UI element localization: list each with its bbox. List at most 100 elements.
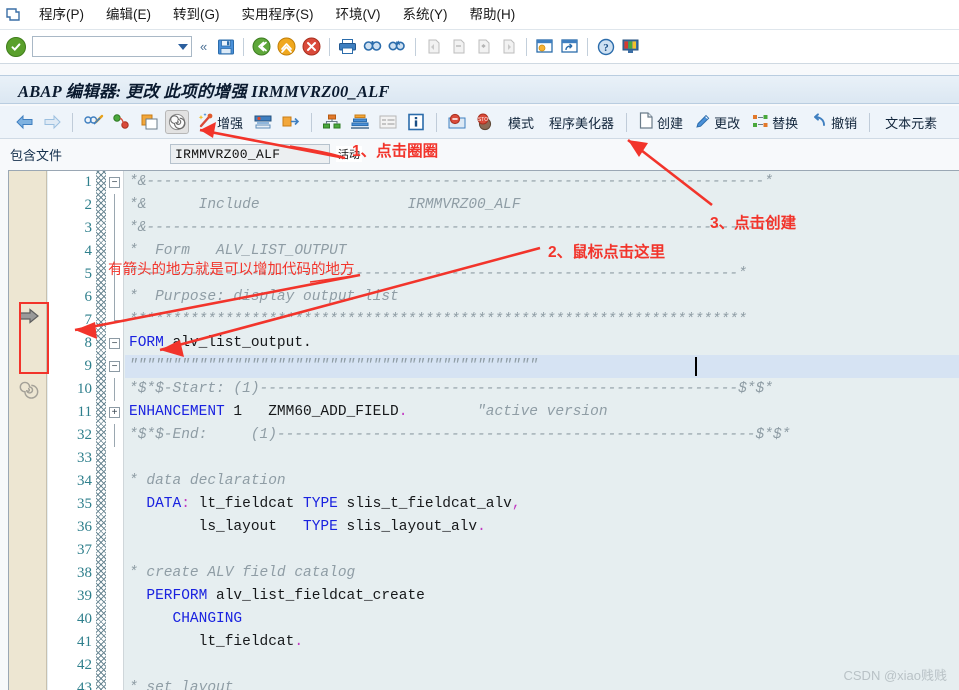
enhancement-spiral-icon[interactable] [165,110,189,134]
fold-expand-icon[interactable]: + [109,407,120,418]
page-title: ABAP 编辑器: 更改 此项的增强 IRMMVRZ00_ALF [18,81,390,101]
code-line[interactable]: ENHANCEMENT 1 ZMM60_ADD_FIELD. "active v… [125,401,959,424]
stack-icon[interactable] [348,110,372,134]
create-label: 创建 [657,115,684,131]
line-number: 8 [84,335,93,351]
cancel-icon[interactable] [300,35,323,58]
change-button[interactable]: 更改 [690,109,745,135]
fold-guide-line [114,217,115,240]
activate-icon[interactable] [137,110,161,134]
code-line[interactable]: *$*$-End: (1)---------------------------… [125,424,959,447]
code-line[interactable]: * create ALV field catalog [125,562,959,585]
display-change-icon[interactable] [81,110,105,134]
menu-system[interactable]: 系统(Y) [392,0,459,30]
code-line[interactable]: * set layout [125,677,959,690]
code-line[interactable]: DATA: lt_fieldcat TYPE slis_t_fieldcat_a… [125,493,959,516]
code-line[interactable]: *&--------------------------------------… [125,171,959,194]
code-line[interactable]: * Form ALV_LIST_OUTPUT [125,240,959,263]
code-line-text: *&--------------------------------------… [129,174,773,190]
toolbar-separator [869,112,871,132]
pretty-printer-button[interactable]: 程序美化器 [541,109,619,135]
editor-protected-hatch-column [96,171,106,690]
enter-check-icon[interactable] [6,36,26,57]
mode-button[interactable]: 模式 [500,109,539,135]
include-row: 包含文件 IRMMVRZ00_ALF 活动 [0,140,959,168]
code-line[interactable]: * Purpose: display output list [125,286,959,309]
code-line[interactable] [125,654,959,677]
code-line-text: * set layout [129,680,234,690]
code-line[interactable]: PERFORM alv_list_fieldcat_create [125,585,959,608]
code-line-text: * data declaration [129,473,286,489]
back-icon[interactable] [250,35,273,58]
svg-text:?: ? [603,42,609,54]
stop-debug-icon[interactable]: STO [473,110,497,134]
code-line[interactable]: """"""""""""""""""""""""""""""""""""""""… [125,355,959,378]
find-next-icon[interactable] [386,35,409,58]
double-chevron-left-icon[interactable]: « [200,39,207,54]
editor-marker-column[interactable] [9,171,47,690]
find-icon[interactable] [361,35,384,58]
code-line[interactable] [125,539,959,562]
menu-utilities[interactable]: 实用程序(S) [231,0,325,30]
fold-collapse-icon[interactable]: − [109,338,120,349]
menu-help[interactable]: 帮助(H) [459,0,527,30]
undo-button[interactable]: 撤销 [805,109,862,135]
change-label: 更改 [714,115,741,131]
code-line[interactable]: *&--------------------------------------… [125,217,959,240]
save-icon[interactable] [214,35,237,58]
code-line[interactable]: * data declaration [125,470,959,493]
command-field[interactable] [32,36,192,57]
fold-guide-line [114,378,115,401]
code-line[interactable]: CHANGING [125,608,959,631]
menu-edit[interactable]: 编辑(E) [95,0,162,30]
enhance-button-label: 增强 [217,115,244,131]
menu-goto[interactable]: 转到(G) [162,0,231,30]
menu-environment[interactable]: 环境(V) [325,0,392,30]
code-line[interactable]: *& Include IRMMVRZ00_ALF [125,194,959,217]
debug-icon[interactable] [445,110,469,134]
code-line[interactable]: *$*$-Start: (1)-------------------------… [125,378,959,401]
code-line[interactable]: ls_layout TYPE slis_layout_alv. [125,516,959,539]
code-line[interactable]: *---------------------------------------… [125,263,959,286]
check-syntax-icon[interactable] [109,110,133,134]
code-editor[interactable]: 1234567891011323334353637383940414243444… [8,170,959,690]
first-page-icon [422,35,445,58]
enhance-button[interactable]: 增强 [192,109,248,135]
include-file-label: 包含文件 [10,147,63,163]
create-session-icon[interactable] [533,35,556,58]
enhancement-implementation-spiral-icon[interactable] [17,379,39,401]
chevron-down-icon[interactable] [178,43,188,50]
help-icon[interactable]: ? [594,35,617,58]
menu-bar: 程序(P) 编辑(E) 转到(G) 实用程序(S) 环境(V) 系统(Y) 帮助… [0,0,959,30]
code-line[interactable]: lt_fieldcat. [125,631,959,654]
pretty-printer-icon[interactable] [251,110,275,134]
navigate-icon[interactable] [279,110,303,134]
replace-button[interactable]: 替换 [747,109,803,135]
create-button[interactable]: 创建 [634,109,688,135]
code-line[interactable]: FORM alv_list_output. [125,332,959,355]
sap-window-icon[interactable] [0,0,28,30]
include-file-input[interactable]: IRMMVRZ00_ALF [170,144,330,164]
print-icon[interactable] [336,35,359,58]
standard-toolbar: « ? [0,30,959,64]
fold-collapse-icon[interactable]: − [109,177,120,188]
line-number: 33 [77,450,92,466]
fold-guide-line [114,240,115,263]
create-shortcut-icon[interactable] [558,35,581,58]
fold-collapse-icon[interactable]: − [109,361,120,372]
info-icon[interactable] [404,110,428,134]
arrow-left-icon[interactable] [12,110,36,134]
editor-fold-column[interactable]: − − − + [106,171,124,690]
code-line[interactable]: ****************************************… [125,309,959,332]
layout-menu-icon[interactable] [619,35,642,58]
code-line-text: *$*$-End: (1)---------------------------… [129,427,791,443]
enhancement-point-arrow-icon[interactable] [18,305,40,327]
application-toolbar: 增强 STO 模式 程序美化器 创建 更改 替换 撤销 文本元素 [0,106,959,139]
editor-code-area[interactable]: *&--------------------------------------… [125,171,959,690]
exit-icon[interactable] [275,35,298,58]
hierarchy-icon[interactable] [320,110,344,134]
menu-program[interactable]: 程序(P) [28,0,95,30]
arrow-right-icon[interactable] [40,110,64,134]
code-line[interactable] [125,447,959,470]
text-elements-button[interactable]: 文本元素 [877,109,942,135]
